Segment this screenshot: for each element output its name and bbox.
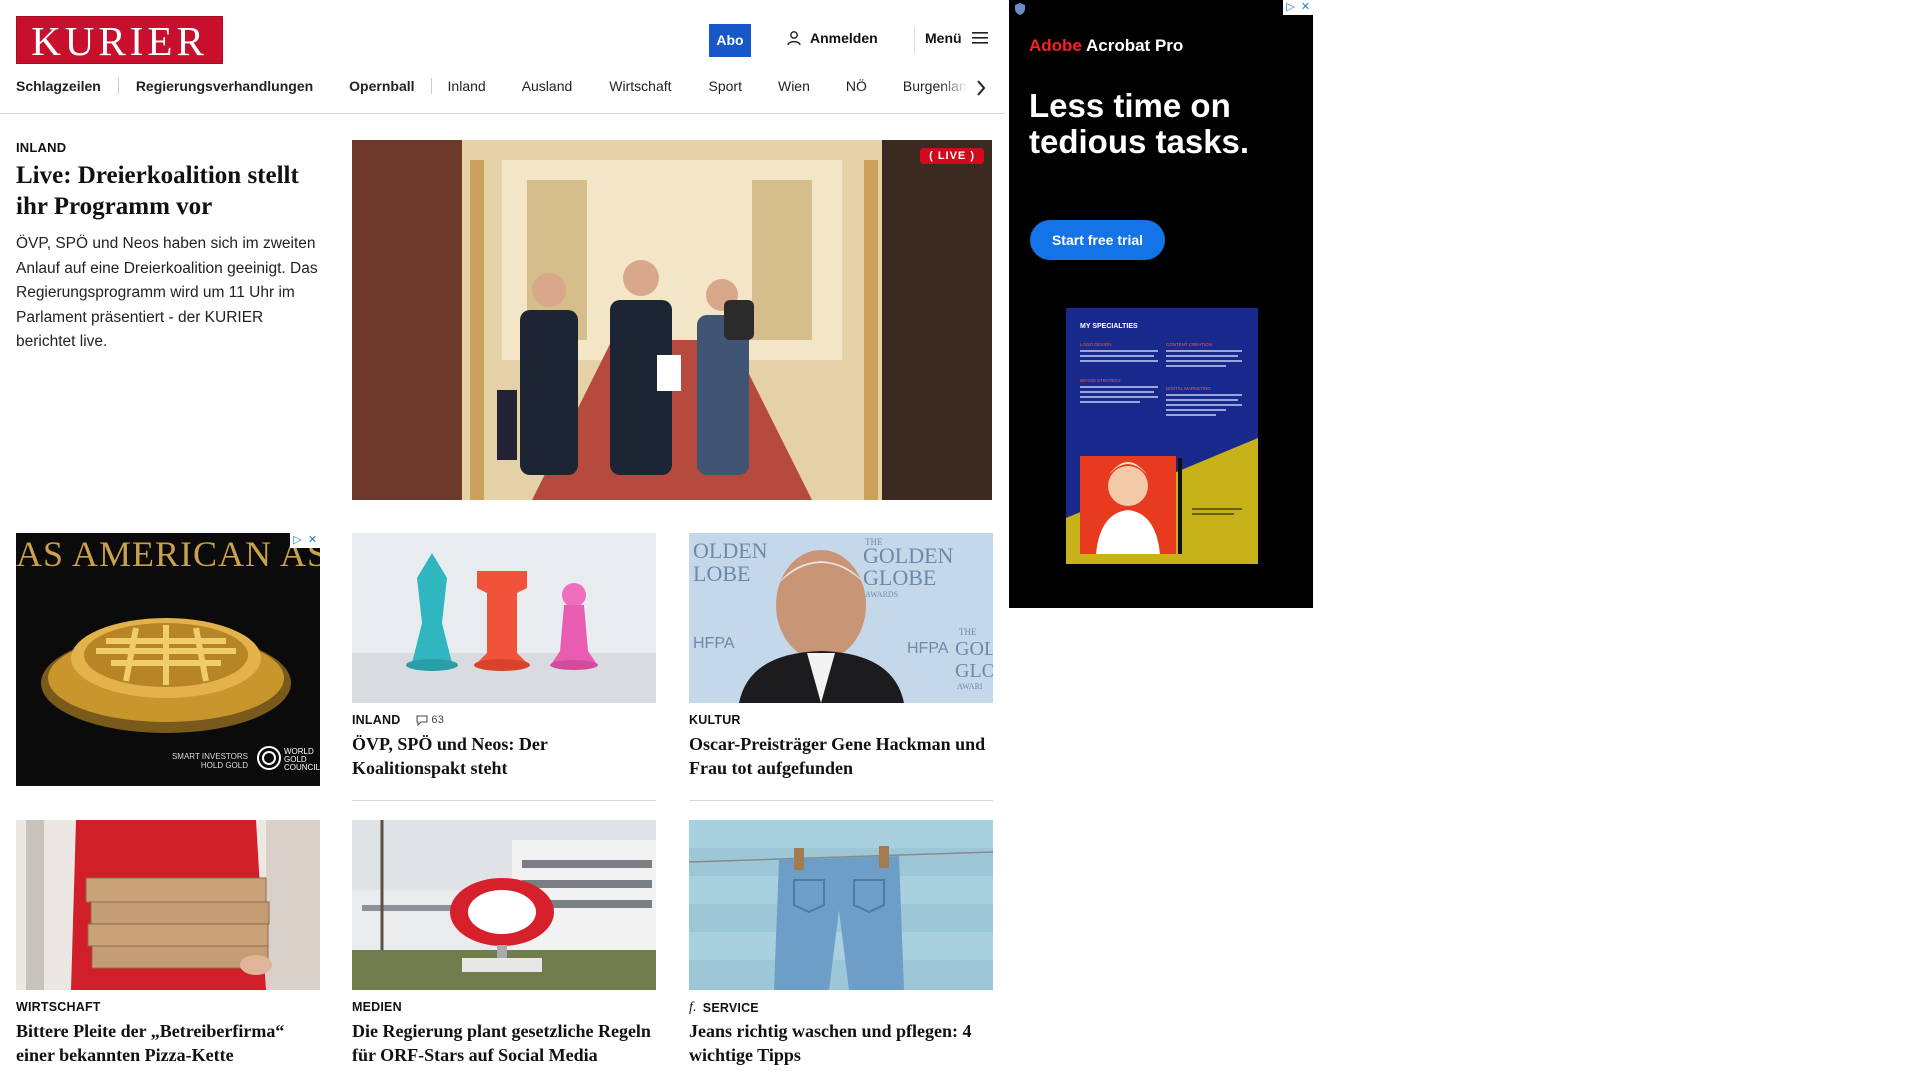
card-image-jeans[interactable] bbox=[689, 820, 993, 990]
nav-item-noe[interactable]: NÖ bbox=[846, 78, 867, 94]
card-headline[interactable]: Oscar-Preisträger Gene Hackman und Frau … bbox=[689, 732, 993, 780]
close-ad-icon[interactable]: ✕ bbox=[1298, 0, 1313, 15]
card-image-orf[interactable] bbox=[352, 820, 656, 990]
user-icon bbox=[787, 31, 801, 46]
nav-item-ausland[interactable]: Ausland bbox=[522, 78, 573, 94]
header-divider bbox=[914, 28, 915, 52]
card-divider bbox=[689, 800, 993, 801]
shield-icon bbox=[1015, 3, 1025, 15]
resume-document-image: MY SPECIALTIES LOGO DESIGN CONTENT CREAT… bbox=[1066, 308, 1258, 564]
jeans-photo bbox=[689, 820, 993, 990]
card-image-hackman[interactable]: OLDEN LOBE THE GOLDEN GLOBE AWARDS HFPA … bbox=[689, 533, 993, 703]
live-badge: ( LIVE ) bbox=[920, 148, 984, 164]
card-image-pizza[interactable] bbox=[16, 820, 320, 990]
close-ad-icon[interactable]: ✕ bbox=[305, 533, 320, 548]
nav-divider bbox=[117, 78, 119, 94]
nav-item-wirtschaft[interactable]: Wirtschaft bbox=[609, 78, 671, 94]
card-category[interactable]: KULTUR bbox=[689, 713, 741, 727]
doc-section: BRAND STRATEGY bbox=[1080, 378, 1121, 383]
chevron-right-icon[interactable] bbox=[975, 78, 987, 98]
live-badge-label: LIVE bbox=[937, 150, 967, 162]
backdrop-text: LOBE bbox=[693, 561, 750, 586]
ad-tagline: SMART INVESTORS HOLD GOLD bbox=[171, 752, 248, 770]
menu-label: Menü bbox=[925, 30, 962, 46]
nav-item-sport[interactable]: Sport bbox=[709, 78, 742, 94]
backdrop-text: AWARI bbox=[957, 682, 983, 691]
ad-document-preview: MY SPECIALTIES LOGO DESIGN CONTENT CREAT… bbox=[1066, 308, 1258, 564]
card-headline[interactable]: Jeans richtig waschen und pflegen: 4 wic… bbox=[689, 1019, 993, 1067]
card-headline[interactable]: Bittere Pleite der „Betreiberfirma“ eine… bbox=[16, 1019, 320, 1067]
kurier-site: KURIER Abo Anmelden Menü Schlagzeilen Re… bbox=[0, 0, 1005, 1080]
adobe-brand: Adobe Acrobat Pro bbox=[1029, 36, 1183, 56]
adobe-brand-product: Acrobat Pro bbox=[1085, 36, 1184, 55]
nav-item-schlagzeilen[interactable]: Schlagzeilen bbox=[16, 78, 101, 94]
backdrop-text: OLDEN bbox=[693, 538, 768, 563]
nav-item-inland[interactable]: Inland bbox=[448, 78, 486, 94]
doc-title: MY SPECIALTIES bbox=[1080, 323, 1138, 330]
card-category[interactable]: WIRTSCHAFT bbox=[16, 1000, 101, 1014]
ad-logo-text: WORLD GOLD COUNCIL bbox=[284, 747, 320, 772]
card-category-label: INLAND bbox=[352, 713, 401, 727]
lead-headline[interactable]: Live: Dreierkoalition stellt ihr Program… bbox=[16, 160, 331, 222]
backdrop-text: THE bbox=[959, 627, 977, 637]
nav-divider bbox=[430, 78, 432, 94]
golden-globe-photo: OLDEN LOBE THE GOLDEN GLOBE AWARDS HFPA … bbox=[689, 533, 993, 703]
comment-count[interactable]: 63 bbox=[416, 714, 444, 726]
nav-fade bbox=[940, 74, 980, 102]
nav-item-wien[interactable]: Wien bbox=[778, 78, 810, 94]
kurier-logo[interactable]: KURIER bbox=[16, 16, 223, 64]
start-free-trial-button[interactable]: Start free trial bbox=[1030, 220, 1165, 260]
card-headline[interactable]: ÖVP, SPÖ und Neos: Der Koalitionspakt st… bbox=[352, 732, 656, 780]
lead-category[interactable]: INLAND bbox=[16, 140, 66, 155]
adobe-acrobat-ad[interactable]: ▷ ✕ Adobe Acrobat Pro Less time on tedio… bbox=[1009, 0, 1313, 608]
coalition-photo bbox=[352, 140, 992, 500]
main-navigation: Schlagzeilen Regierungsverhandlungen Ope… bbox=[16, 78, 991, 100]
adchoices-icon[interactable]: ▷ bbox=[290, 533, 305, 548]
lead-teaser[interactable]: ÖVP, SPÖ und Neos haben sich im zweiten … bbox=[16, 232, 326, 355]
doc-section: CONTENT CREATION bbox=[1166, 342, 1212, 347]
nav-divider-line bbox=[0, 113, 1005, 114]
backdrop-text: GLOBE bbox=[863, 565, 936, 590]
card-category[interactable]: INLAND 63 bbox=[352, 713, 444, 727]
doc-section: LOGO DESIGN bbox=[1080, 342, 1112, 347]
abo-button[interactable]: Abo bbox=[709, 24, 751, 57]
hamburger-icon bbox=[971, 32, 988, 44]
adchoices-icon[interactable]: ▷ bbox=[1283, 0, 1298, 15]
chess-pieces-photo bbox=[352, 533, 656, 703]
card-category[interactable]: MEDIEN bbox=[352, 1000, 402, 1014]
backdrop-text: GLO bbox=[955, 660, 993, 682]
nav-item-opernball[interactable]: Opernball bbox=[349, 78, 414, 94]
card-divider bbox=[352, 800, 656, 801]
backdrop-text: AWARDS bbox=[865, 590, 898, 599]
login-label: Anmelden bbox=[810, 30, 878, 46]
pizza-boxes-photo bbox=[16, 820, 320, 990]
card-headline[interactable]: Die Regierung plant gesetzliche Regeln f… bbox=[352, 1019, 656, 1067]
adobe-brand-red: Adobe bbox=[1029, 36, 1082, 55]
backdrop-text: GOL bbox=[955, 638, 993, 660]
ad-headline: Less time on tedious tasks. bbox=[1029, 87, 1250, 160]
card-category-label: SERVICE bbox=[702, 1001, 759, 1015]
world-gold-council-logo-icon bbox=[257, 746, 281, 770]
doc-section: DIGITAL MARKETING bbox=[1166, 386, 1212, 391]
service-f-icon: f. bbox=[689, 1000, 697, 1015]
lead-image[interactable]: ( LIVE ) bbox=[352, 140, 992, 500]
comment-count-value: 63 bbox=[431, 714, 445, 726]
orf-building-photo bbox=[352, 820, 656, 990]
card-category[interactable]: f. SERVICE bbox=[689, 1000, 759, 1016]
card-image-chess[interactable] bbox=[352, 533, 656, 703]
menu-button[interactable]: Menü bbox=[925, 30, 988, 46]
backdrop-text: HFPA bbox=[693, 635, 735, 652]
comment-icon bbox=[416, 715, 428, 726]
backdrop-text: HFPA bbox=[907, 640, 949, 657]
nav-item-regierungsverhandlungen[interactable]: Regierungsverhandlungen bbox=[136, 78, 313, 94]
login-link[interactable]: Anmelden bbox=[786, 30, 878, 46]
gold-council-ad[interactable]: AS AMERICAN AS SMART INVESTORS HOLD GOLD… bbox=[16, 533, 320, 786]
